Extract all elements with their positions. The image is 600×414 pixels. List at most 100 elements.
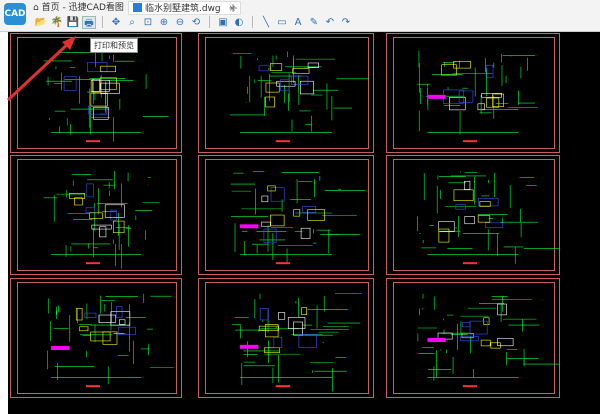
drawing-sheet[interactable] [386,155,560,275]
drawing-room [259,307,269,321]
drawing-room [490,342,501,349]
drawing-room [116,306,123,319]
drawing-room [90,331,111,342]
drawing-room [478,197,499,207]
drawing-room [119,319,126,325]
drawing-room [464,180,471,190]
drawing-room [258,65,270,72]
zoom-window-icon[interactable]: ⌕ [125,16,139,29]
tooltip: 打印和预览 [90,38,138,53]
drawing-room [458,90,474,103]
sheet-title [86,262,100,265]
drawing-room [292,68,310,74]
sheet-title [86,140,100,143]
zoom-previous-icon[interactable]: ⟲ [189,16,203,29]
tab-file[interactable]: 临水别墅建筑.dwg × [128,1,242,15]
drawing-highlight [239,344,259,349]
drawing-room [300,227,311,239]
drawing-room [86,183,94,198]
sheet-title [462,262,478,265]
print-icon[interactable]: 🖶 [82,16,96,29]
tab-file-label: 临水别墅建筑.dwg [145,4,221,14]
toolbar-separator [252,16,253,28]
drawing-sheet[interactable] [386,278,560,398]
drawing-room [485,64,494,78]
eraser-icon[interactable]: ✎ [307,16,321,29]
drawing-room [110,311,131,326]
drawing-room [480,339,491,347]
toolbar-separator [209,16,210,28]
drawing-room [307,209,325,221]
sheet-title [275,385,291,388]
3d-view-icon[interactable]: ◐ [232,16,246,29]
toolbar-separator [102,16,103,28]
drawing-room [74,197,83,206]
drawing-room [260,221,271,227]
palm-icon[interactable]: 🌴 [50,16,64,29]
drawing-room [265,82,280,93]
drawing-room [291,75,309,85]
drawing-room [99,226,107,238]
drawing-room [301,307,308,315]
drawing-room [300,80,314,95]
drawing-room [453,189,474,201]
drawing-room [497,303,507,316]
drawing-room [438,221,455,233]
drawing-room [464,216,475,225]
open-icon[interactable]: 📂 [34,16,48,29]
drawing-sheet[interactable] [198,155,374,275]
sheet-title [86,385,100,388]
zoom-extents-icon[interactable]: ⊡ [141,16,155,29]
text-icon[interactable]: A [291,16,305,29]
drawing-highlight [51,346,69,350]
toolbar: 📂 🌴 💾 🖶 ✥ ⌕ ⊡ ⊕ ⊖ ⟲ ▣ ◐ ╲ ▭ A ✎ ↶ ↷ [34,16,353,30]
drawing-room [270,63,283,71]
pan-icon[interactable]: ✥ [109,16,123,29]
drawing-highlight [427,94,446,99]
title-bar: CAD ⌂ 首页 - 迅捷CAD看图 临水别墅建筑.dwg × + 📂 🌴 💾 🖶 ✥ ⌕ ⊡… [0,0,600,32]
drawing-highlight [427,338,446,342]
app-logo[interactable]: CAD [4,3,26,25]
drawing-sheet[interactable] [10,278,182,398]
drawing-room [267,185,276,192]
drawing-room [485,222,504,228]
drawing-room [79,326,89,332]
dwg-file-icon [133,3,142,12]
tab-home[interactable]: ⌂ 首页 - 迅捷CAD看图 [33,1,124,15]
sheet-title [462,140,478,143]
drawing-room [270,214,285,227]
new-tab-button[interactable]: + [228,1,238,15]
sheet-title [462,385,478,388]
drawing-room [278,312,286,320]
drawing-room [270,187,285,202]
drawing-sheet[interactable] [198,278,374,398]
drawing-room [443,89,464,104]
undo-icon[interactable]: ↶ [323,16,337,29]
drawing-room [261,195,269,203]
drawing-sheet[interactable] [198,33,374,153]
drawing-room [264,347,280,353]
drawing-room [75,308,83,321]
zoom-in-icon[interactable]: ⊕ [157,16,171,29]
drawing-room [273,336,283,348]
tab-home-label: 首页 - 迅捷CAD看图 [41,3,124,13]
drawing-sheet[interactable] [386,33,560,153]
drawing-room [298,334,317,348]
line-icon[interactable]: ╲ [259,16,273,29]
drawing-room [469,320,488,335]
drawing-room [460,336,479,342]
drawing-room [110,209,117,221]
drawing-sheet[interactable] [10,155,182,275]
drawing-highlight [239,224,259,229]
redo-icon[interactable]: ↷ [339,16,353,29]
sheet-title [275,140,291,143]
drawing-room [98,314,117,323]
drawing-room [497,338,514,347]
zoom-out-icon[interactable]: ⊖ [173,16,187,29]
rectangle-icon[interactable]: ▭ [275,16,289,29]
drawing-room [84,312,97,319]
drawing-room [492,93,504,107]
layer-icon[interactable]: ▣ [216,16,230,29]
save-icon[interactable]: 💾 [66,16,80,29]
drawing-room [477,215,491,223]
